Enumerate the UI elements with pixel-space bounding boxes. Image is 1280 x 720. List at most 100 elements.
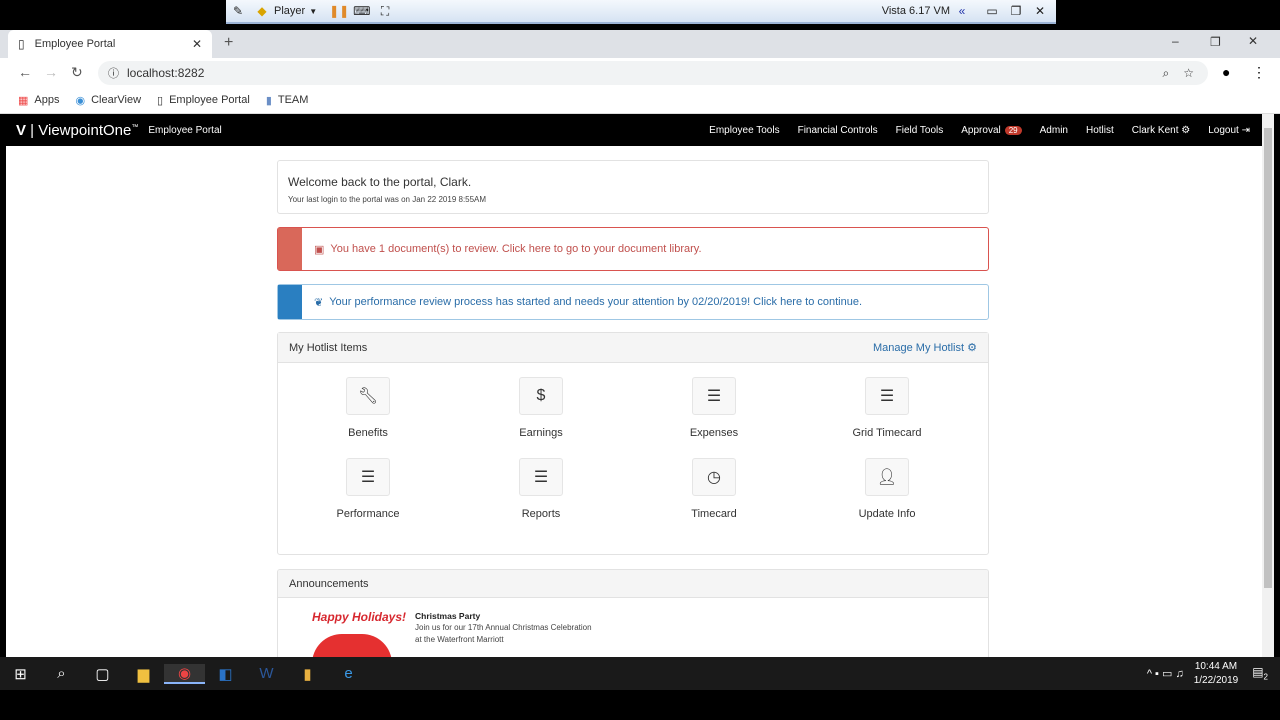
welcome-card: Welcome back to the portal, Clark. Your … (277, 160, 989, 214)
close-tab-icon[interactable]: ✕ (192, 37, 202, 51)
hotlist-grid-timecard[interactable]: ☰ Grid Timecard (827, 377, 947, 439)
hotlist-expenses[interactable]: ☰ Expenses (654, 377, 774, 439)
hotlist-title: My Hotlist Items (289, 341, 368, 354)
hotlist-update-info[interactable]: 👤︎ Update Info (827, 458, 947, 520)
last-login-text: Your last login to the portal was on Jan… (288, 195, 487, 204)
welcome-title: Welcome back to the portal, Clark. (288, 175, 472, 189)
star-icon[interactable]: ☆ (1183, 66, 1194, 80)
page-icon: ▯ (18, 37, 25, 51)
forward-icon[interactable]: → (44, 64, 58, 80)
hotlist-panel: My Hotlist Items Manage My Hotlist ⚙ 🔧︎ B… (277, 332, 989, 555)
minimize-icon[interactable]: ▭ (984, 3, 1000, 19)
manage-hotlist-link[interactable]: Manage My Hotlist ⚙ (873, 341, 977, 354)
word-icon[interactable]: W (246, 665, 287, 682)
hotlist-timecard[interactable]: ◷ Timecard (654, 458, 774, 520)
user-icon: 👤︎ (865, 458, 909, 496)
send-keys-icon[interactable]: ⌨ (353, 3, 370, 19)
app-icon[interactable]: ▮ (287, 665, 328, 683)
documents-alert[interactable]: ▣ You have 1 document(s) to review. Clic… (277, 227, 989, 271)
announcements-panel: Announcements Happy Holidays! Christmas … (277, 569, 989, 669)
leaf-icon: ❦ (314, 296, 324, 309)
chevron-down-icon[interactable]: ▼ (309, 7, 317, 16)
nav-approval[interactable]: Approval 29 (961, 125, 1022, 136)
documents-alert-text[interactable]: You have 1 document(s) to review. Click … (330, 243, 701, 255)
reload-icon[interactable]: ↻ (71, 64, 83, 81)
performance-alert-text[interactable]: Your performance review process has star… (329, 296, 862, 308)
hotlist-earnings[interactable]: $ Earnings (481, 377, 601, 439)
announcement-body: Join us for our 17th Annual Christmas Ce… (415, 623, 592, 632)
vm-toolbar: ✎ ◆ Player ▼ ❚❚ ⌨ ⛶ Vista 6.17 VM « ▭ ❐ ✕ (226, 0, 1056, 24)
url-text: localhost:8282 (127, 66, 205, 80)
clock-icon: ◷ (692, 458, 736, 496)
hotlist-performance[interactable]: ☰ Performance (308, 458, 428, 520)
inbox-icon: ▣ (314, 243, 325, 256)
gear-icon: ⚙ (1181, 124, 1191, 136)
start-icon[interactable]: ⊞ (0, 665, 41, 683)
address-bar-row: ← → ↻ ⓘ localhost:8282 ⌕ ☆ ● ⋮ (0, 58, 1280, 87)
browser-tab[interactable]: ▯ Employee Portal ✕ (8, 30, 212, 58)
menu-icon[interactable]: ⋮ (1252, 64, 1266, 81)
vm-name: Vista 6.17 VM (881, 5, 950, 17)
hotlist-reports[interactable]: ☰ Reports (481, 458, 601, 520)
window-minimize-icon[interactable]: – (1172, 34, 1179, 48)
bookmarks-bar: ▦ Apps ◉ ClearView ▯ Employee Portal ▮ TEAM (0, 87, 1280, 114)
nav-admin[interactable]: Admin (1040, 125, 1068, 136)
team-icon: ▮ (265, 94, 272, 107)
nav-hotlist[interactable]: Hotlist (1086, 125, 1114, 136)
task-view-icon[interactable]: ▢ (82, 665, 123, 683)
url-input[interactable]: ⓘ localhost:8282 ⌕ ☆ (98, 61, 1208, 85)
nav-logout[interactable]: Logout ⇥ (1208, 125, 1250, 136)
approval-badge: 29 (1004, 125, 1022, 135)
gear-icon: ⚙ (967, 342, 977, 354)
nav-financial-controls[interactable]: Financial Controls (798, 125, 878, 136)
server-icon: ☰ (865, 377, 909, 415)
chrome-icon[interactable]: ◉ (164, 663, 205, 684)
windows-taskbar: ⊞ ⌕ ▢ ▆ ◉ ◧ W ▮ e ^ ▪ ▭ ♫ 10:44 AM 1/22/2… (0, 657, 1280, 690)
page-scrollbar[interactable] (1262, 114, 1274, 657)
system-tray-icons[interactable]: ^ ▪ ▭ ♫ (1147, 667, 1184, 680)
dollar-icon: $ (519, 377, 563, 415)
profile-icon[interactable]: ● (1222, 64, 1230, 80)
portal-navbar: V | ViewpointOne™ Employee Portal Employ… (6, 114, 1262, 146)
bookmark-team[interactable]: ▮ TEAM (266, 94, 309, 107)
notifications-icon[interactable]: ▤2 (1252, 665, 1268, 681)
window-maximize-icon[interactable]: ❐ (1210, 35, 1221, 49)
pin-icon[interactable]: ✎ (230, 3, 246, 19)
restore-icon[interactable]: ❐ (1008, 3, 1024, 19)
tab-title: Employee Portal (34, 38, 116, 50)
outlook-icon[interactable]: ◧ (205, 665, 246, 683)
clock[interactable]: 10:44 AM 1/22/2019 (1194, 660, 1239, 688)
zoom-icon[interactable]: ⌕ (1163, 66, 1170, 81)
nav-field-tools[interactable]: Field Tools (896, 125, 944, 136)
announcement-body-2: at the Waterfront Marriott (415, 635, 504, 644)
logout-icon: ⇥ (1241, 124, 1250, 136)
fullscreen-icon[interactable]: ⛶ (377, 3, 393, 19)
hotlist-benefits[interactable]: 🔧︎ Benefits (308, 377, 428, 439)
pause-icon[interactable]: ❚❚ (329, 3, 349, 19)
vm-logo-icon: ◆ (257, 4, 267, 18)
internet-explorer-icon[interactable]: e (328, 665, 369, 682)
back-icon[interactable]: ← (18, 64, 32, 80)
nav-user[interactable]: Clark Kent ⚙ (1132, 125, 1190, 136)
performance-alert[interactable]: ❦ Your performance review process has st… (277, 284, 989, 320)
tab-strip: ▯ Employee Portal ✕ + – ❐ ✕ (0, 30, 1280, 58)
apps-grid-icon: ▦ (18, 94, 29, 107)
window-close-icon[interactable]: ✕ (1248, 34, 1258, 48)
bookmark-clearview[interactable]: ◉ ClearView (75, 94, 141, 107)
announcement-title[interactable]: Christmas Party (415, 610, 592, 622)
brand-logo[interactable]: V | ViewpointOne™ (16, 122, 138, 139)
search-icon[interactable]: ⌕ (41, 665, 82, 682)
collapse-icon[interactable]: « (954, 3, 970, 19)
nav-employee-tools[interactable]: Employee Tools (709, 125, 779, 136)
file-explorer-icon[interactable]: ▆ (123, 665, 164, 683)
server-icon: ☰ (692, 377, 736, 415)
page-icon: ▯ (157, 94, 164, 107)
new-tab-button[interactable]: + (224, 34, 233, 52)
close-icon[interactable]: ✕ (1032, 3, 1048, 19)
server-icon: ☰ (346, 458, 390, 496)
bookmark-apps[interactable]: ▦ Apps (18, 94, 59, 107)
holiday-image: Happy Holidays! (312, 610, 406, 664)
player-menu[interactable]: Player (274, 5, 305, 17)
announcements-title: Announcements (278, 570, 988, 598)
bookmark-employee-portal[interactable]: ▯ Employee Portal (157, 94, 250, 107)
